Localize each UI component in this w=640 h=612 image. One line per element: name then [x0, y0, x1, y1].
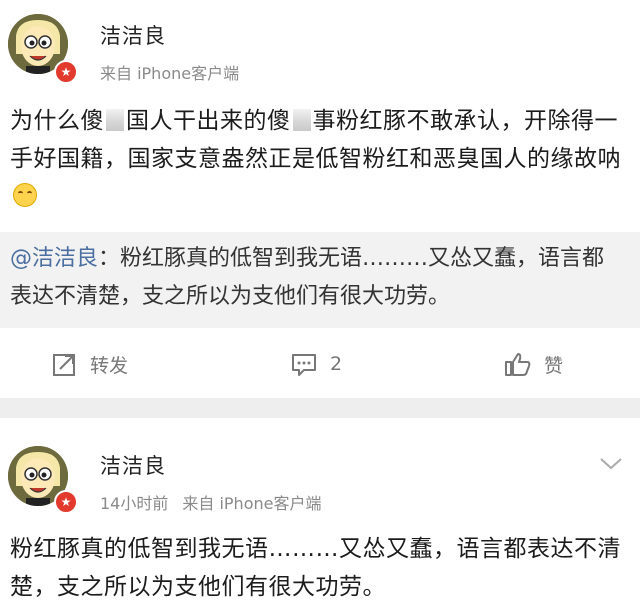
- like-icon: [505, 353, 531, 376]
- redaction-mark: [106, 109, 124, 131]
- reply-username[interactable]: 洁洁良: [100, 450, 166, 480]
- reply-time: 14小时前: [100, 494, 169, 513]
- post-text-part1: 为什么傻: [10, 108, 104, 134]
- action-bar: 转发 2 赞: [0, 344, 640, 384]
- reply-text: 粉红豚真的低智到我无语………又怂又蠢，语言都表达不清楚，支之所以为支他们有很大功…: [10, 536, 621, 600]
- repost-icon: [53, 354, 75, 376]
- post-source: 来自 iPhone客户端: [100, 64, 240, 83]
- smile-emoji-icon: [13, 183, 37, 207]
- post-username[interactable]: 洁洁良: [100, 20, 166, 50]
- comment-icon: [292, 354, 316, 376]
- comment-count: 2: [330, 353, 343, 375]
- comment-button[interactable]: 2: [290, 344, 342, 384]
- quoted-post-text: @洁洁良：粉红豚真的低智到我无语………又怂又蠢，语言都表达不清楚，支之所以为支他…: [10, 240, 626, 316]
- quoted-author-link[interactable]: @洁洁良: [10, 246, 98, 271]
- like-button[interactable]: 赞: [504, 344, 563, 384]
- reply-source: 来自 iPhone客户端: [182, 494, 322, 513]
- verified-badge-icon: ★: [54, 490, 78, 514]
- weibo-post: ★ 洁洁良 来自 iPhone客户端 为什么傻 国人干出来的傻 事粉红豚不敢承认，开…: [0, 0, 640, 398]
- quoted-content: ：粉红豚真的低智到我无语………又怂又蠢，语言都表达不清楚，支之所以为支他们有很大…: [10, 246, 605, 309]
- repost-button[interactable]: 转发: [52, 344, 128, 384]
- repost-label: 转发: [90, 354, 129, 377]
- verified-badge-icon: ★: [54, 60, 78, 84]
- post-text-part2: 国人干出来的傻: [126, 108, 291, 134]
- chevron-down-icon[interactable]: [598, 456, 624, 472]
- weibo-reply: ★ 洁洁良 14小时前 来自 iPhone客户端 粉红豚真的低智到我无语………又怂…: [0, 418, 640, 612]
- redaction-mark: [292, 109, 311, 131]
- like-label: 赞: [544, 354, 564, 377]
- feed-divider: [0, 398, 640, 418]
- post-text: 为什么傻 国人干出来的傻 事粉红豚不敢承认，开除得一手好国籍，国家支意盎然正是低智粉…: [10, 102, 630, 216]
- reply-meta: 14小时前 来自 iPhone客户端: [100, 490, 321, 514]
- quoted-post[interactable]: @洁洁良：粉红豚真的低智到我无语………又怂又蠢，语言都表达不清楚，支之所以为支他…: [0, 232, 640, 328]
